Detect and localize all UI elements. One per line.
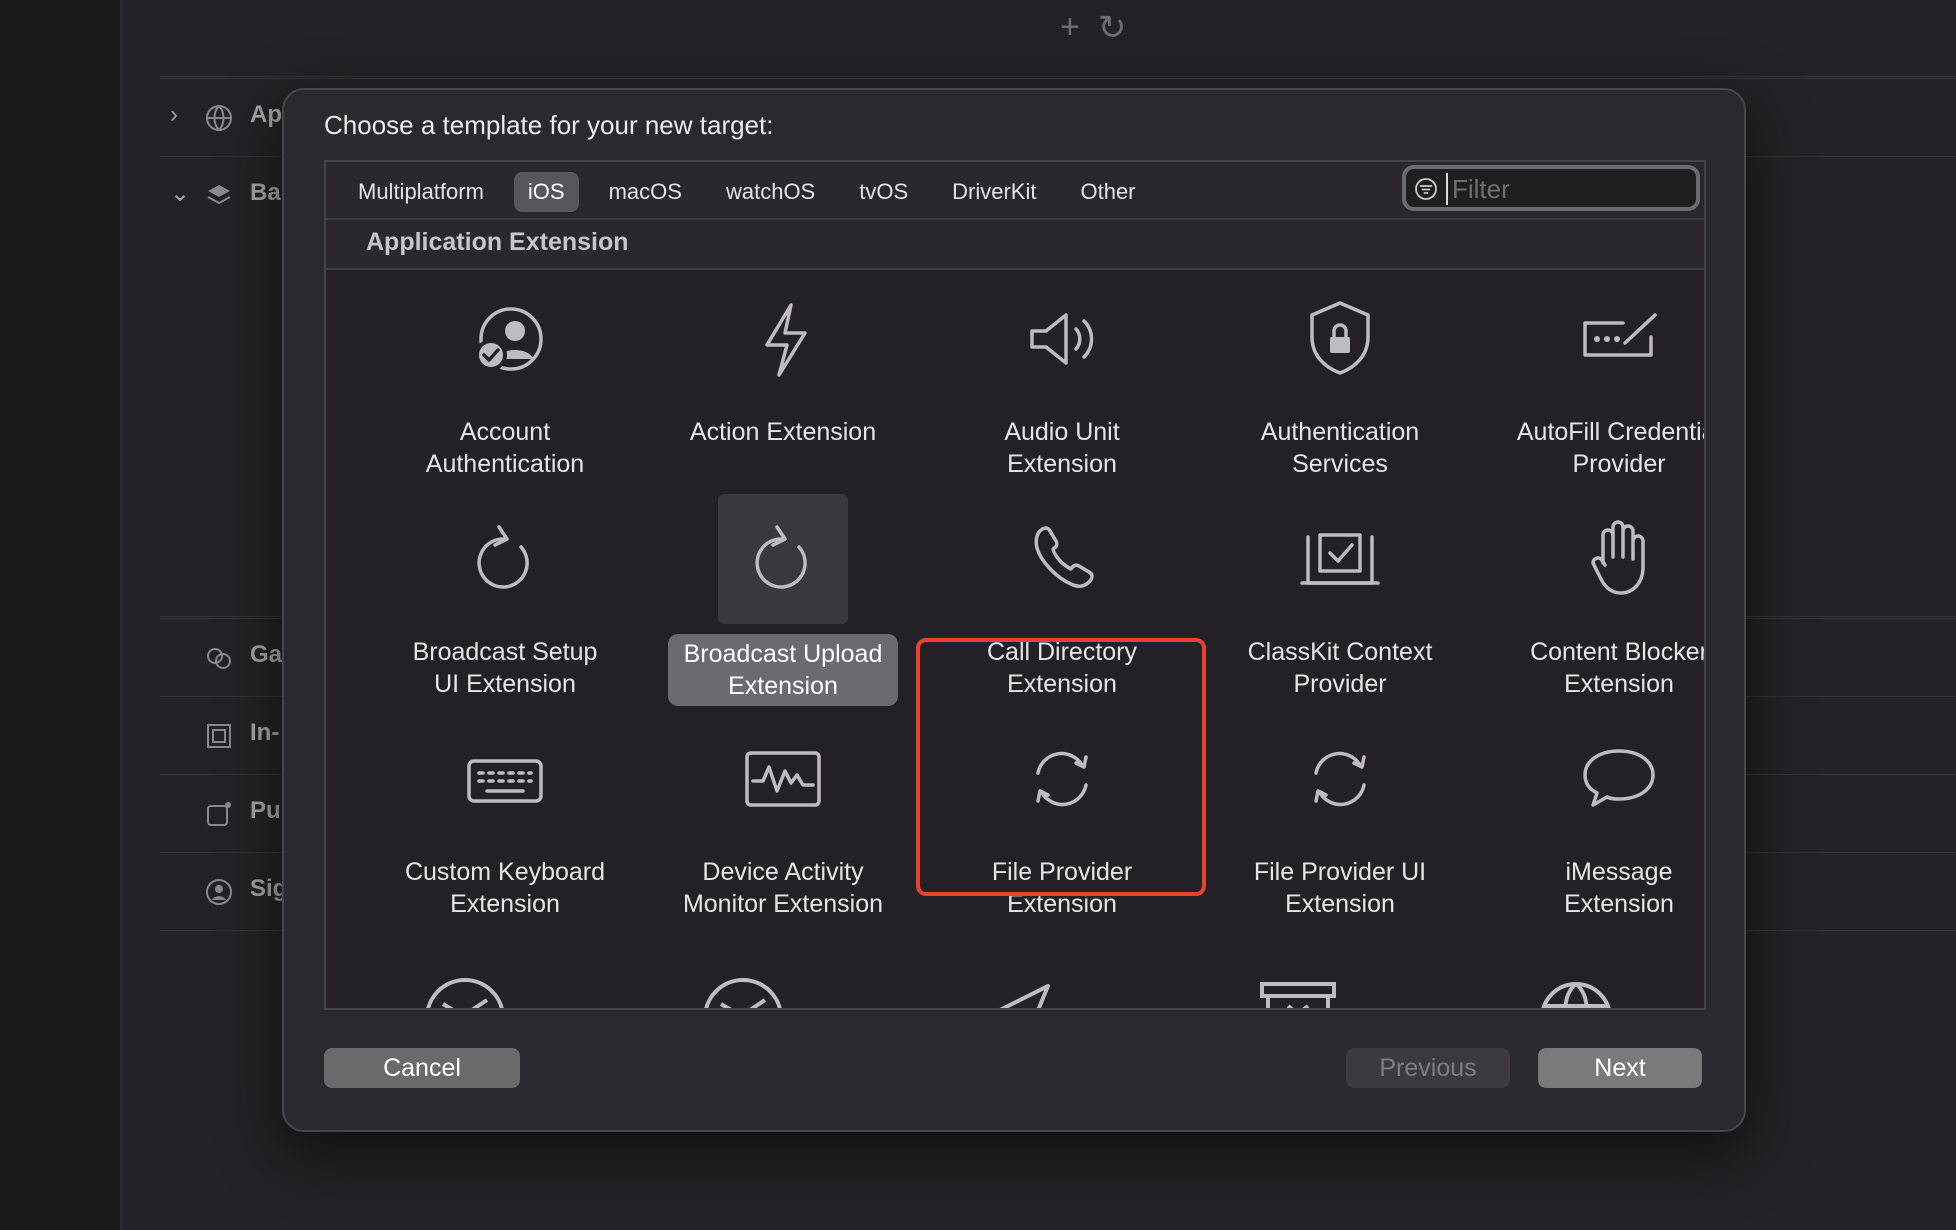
template-label: iMessage Extension	[1564, 858, 1674, 918]
template-item[interactable]: Action Extension	[644, 274, 922, 450]
template-label: Account Authentication	[425, 418, 585, 478]
speech-bubble-icon	[1554, 714, 1684, 844]
template-chooser: Multiplatform iOS macOS watchOS tvOS DriverKi…	[324, 160, 1706, 1010]
platform-tabbar: Multiplatform iOS macOS watchOS tvOS DriverKi…	[326, 162, 1704, 220]
editor-toolbar: + ↻	[1060, 8, 1126, 48]
previous-button[interactable]: Previous	[1346, 1048, 1510, 1088]
filter-icon	[1415, 178, 1437, 200]
checkbox-tray-icon	[1275, 494, 1405, 624]
lightning-icon	[718, 274, 848, 404]
speaker-icon	[997, 274, 1127, 404]
layers-icon	[207, 185, 231, 205]
capability-label: In-	[250, 719, 280, 746]
chevron-right-icon[interactable]: ›	[170, 101, 178, 129]
template-label: Custom Keyboard Extension	[404, 858, 606, 918]
capability-label: Ap	[250, 101, 282, 128]
send-icon	[999, 984, 1050, 1008]
tray-icon	[1260, 982, 1336, 1008]
circular-arrow-icon	[440, 494, 570, 624]
tab-ios[interactable]: iOS	[513, 172, 579, 212]
template-item[interactable]: iMessage Extension	[1480, 714, 1704, 922]
square-icon	[207, 724, 231, 748]
password-field-icon	[1554, 274, 1684, 404]
next-button[interactable]: Next	[1538, 1048, 1702, 1088]
template-label: Audio Unit Extension	[1004, 418, 1120, 478]
partial-icon	[426, 978, 504, 1008]
refresh-icon[interactable]: ↻	[1098, 8, 1127, 48]
cancel-button[interactable]: Cancel	[324, 1048, 520, 1088]
template-item[interactable]: Broadcast Setup UI Extension	[366, 494, 644, 702]
template-item[interactable]: Account Authentication	[366, 274, 644, 482]
add-icon[interactable]: +	[1060, 8, 1080, 48]
template-item[interactable]: Authentication Services	[1201, 274, 1479, 482]
divider	[160, 76, 1956, 77]
globe-icon	[1541, 982, 1611, 1008]
template-label: Device Activity Monitor Extension	[682, 858, 884, 918]
game-center-icon	[207, 648, 231, 669]
phone-icon	[997, 494, 1127, 624]
template-item[interactable]: AutoFill Credential Provider	[1480, 274, 1704, 482]
template-label: Broadcast Upload Extension	[667, 634, 899, 706]
template-label: Action Extension	[689, 418, 877, 446]
chevron-down-icon[interactable]: ⌄	[170, 179, 190, 208]
account-check-icon	[440, 274, 570, 404]
tab-watchos[interactable]: watchOS	[712, 172, 829, 212]
tab-tvos[interactable]: tvOS	[845, 172, 922, 212]
tab-other[interactable]: Other	[1066, 172, 1149, 212]
tab-multiplatform[interactable]: Multiplatform	[344, 172, 498, 212]
template-label: Authentication Services	[1260, 418, 1420, 478]
template-item[interactable]: Broadcast Upload Extension	[644, 494, 922, 706]
section-header: Application Extension	[326, 220, 1704, 270]
template-item[interactable]: ClassKit Context Provider	[1201, 494, 1479, 702]
template-item[interactable]: File Provider UI Extension	[1201, 714, 1479, 922]
keyboard-icon	[440, 714, 570, 844]
new-target-sheet: Choose a template for your new target: M…	[282, 88, 1746, 1132]
sync-arrows-icon	[1275, 714, 1405, 844]
partial-icon	[704, 978, 782, 1008]
tab-driverkit[interactable]: DriverKit	[938, 172, 1050, 212]
notification-icon	[207, 802, 231, 826]
template-label: AutoFill Credential Provider	[1516, 418, 1704, 478]
template-label: ClassKit Context Provider	[1247, 638, 1433, 698]
filter-field[interactable]	[1402, 165, 1700, 211]
template-item[interactable]: Content Blocker Extension	[1480, 494, 1706, 702]
activity-wave-icon	[718, 714, 848, 844]
platform-tabs: Multiplatform iOS macOS watchOS tvOS DriverKi…	[344, 172, 1166, 212]
circular-arrow-icon	[718, 494, 848, 624]
template-label: File Provider UI Extension	[1253, 858, 1427, 918]
sheet-title: Choose a template for your new target:	[324, 110, 774, 140]
capability-label: Ba	[250, 179, 281, 206]
filter-input[interactable]	[1446, 173, 1694, 205]
lock-shield-icon	[1275, 274, 1405, 404]
template-item[interactable]: Custom Keyboard Extension	[366, 714, 644, 922]
capability-label: Pu	[250, 797, 281, 824]
capability-label: Ga	[250, 641, 283, 668]
navigator-sidebar	[0, 0, 122, 1230]
hand-icon	[1554, 494, 1684, 624]
person-circle-icon	[206, 879, 232, 905]
globe-icon	[206, 105, 232, 131]
template-label: Content Blocker Extension	[1530, 638, 1706, 698]
template-item[interactable]: Device Activity Monitor Extension	[644, 714, 922, 922]
template-item[interactable]: Audio Unit Extension	[923, 274, 1201, 482]
selection-highlight-box	[916, 638, 1206, 896]
tab-macos[interactable]: macOS	[595, 172, 696, 212]
template-label: Broadcast Setup UI Extension	[412, 638, 598, 698]
